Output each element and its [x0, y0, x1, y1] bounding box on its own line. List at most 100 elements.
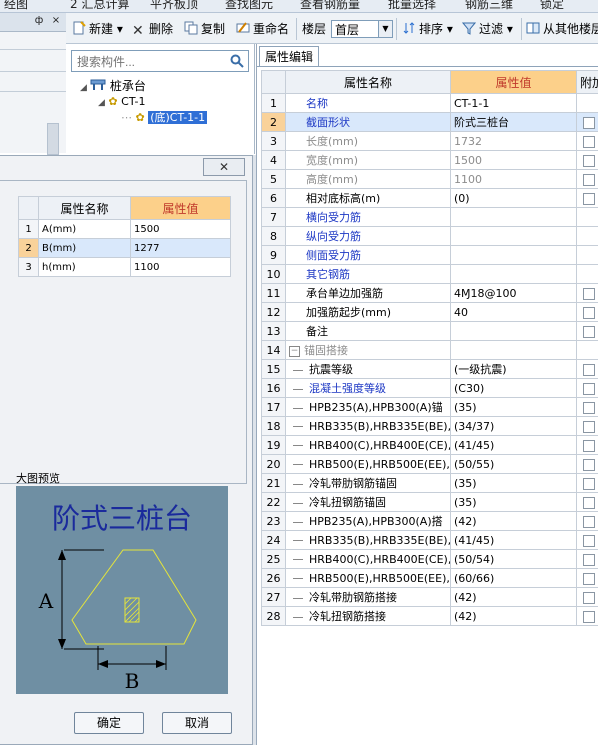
property-value-cell[interactable]: (42)	[450, 511, 577, 531]
table-row[interactable]: 17 HPB235(A),HPB300(A)锚 (35)	[261, 397, 598, 417]
property-value-cell[interactable]: 1732	[450, 131, 577, 151]
table-row[interactable]: 13 备注	[261, 321, 598, 341]
append-checkbox[interactable]	[583, 135, 595, 148]
table-row[interactable]: 21 冷轧带肋钢筋锚固 (35)	[261, 473, 598, 493]
scrollbar[interactable]	[47, 123, 59, 155]
table-row[interactable]: 19 HRB400(C),HRB400E(CE), (41/45)	[261, 435, 598, 455]
top-item[interactable]: 锁定	[540, 0, 564, 12]
property-value-cell[interactable]: (35)	[450, 492, 577, 512]
top-item[interactable]: 查看钢筋量	[300, 0, 360, 12]
table-row[interactable]: 2 B(mm) 1277	[18, 238, 231, 258]
table-row[interactable]: 10 其它钢筋	[261, 264, 598, 284]
table-row[interactable]: 12 加强筋起步(mm) 40	[261, 302, 598, 322]
new-button[interactable]: 新建 ▾	[72, 20, 123, 38]
property-value-cell[interactable]: CT-1-1	[450, 93, 577, 113]
chevron-down-icon[interactable]: ▼	[378, 20, 393, 38]
append-checkbox[interactable]	[583, 572, 595, 585]
table-row[interactable]: 14− 锚固搭接	[261, 340, 598, 360]
append-checkbox[interactable]	[583, 534, 595, 547]
table-row[interactable]: 18 HRB335(B),HRB335E(BE), (34/37)	[261, 416, 598, 436]
top-item[interactable]: 经图	[4, 0, 28, 12]
table-row[interactable]: 1 名称 CT-1-1	[261, 93, 598, 113]
search-input[interactable]	[75, 52, 229, 72]
table-row[interactable]: 5 高度(mm) 1100	[261, 169, 598, 189]
tree-node-ct1[interactable]: ◢ ✿ CT-1	[98, 94, 146, 110]
table-row[interactable]: 1 A(mm) 1500	[18, 219, 231, 239]
property-value-cell[interactable]: (41/45)	[450, 435, 577, 455]
table-row[interactable]: 3 h(mm) 1100	[18, 257, 231, 277]
property-value-cell[interactable]: (35)	[450, 473, 577, 493]
property-value-cell[interactable]: 阶式三桩台	[450, 112, 577, 132]
top-item[interactable]: 查找图元	[225, 0, 273, 12]
property-value-cell[interactable]: 1500	[450, 150, 577, 170]
table-row[interactable]: 4 宽度(mm) 1500	[261, 150, 598, 170]
append-checkbox[interactable]	[583, 401, 595, 414]
append-checkbox[interactable]	[583, 439, 595, 452]
table-row[interactable]: 23 HPB235(A),HPB300(A)搭 (42)	[261, 511, 598, 531]
table-row[interactable]: 28 冷轧扭钢筋搭接 (42)	[261, 606, 598, 626]
table-row[interactable]: 15 抗震等级 (一级抗震)	[261, 359, 598, 379]
top-item[interactable]: 钢筋三维	[465, 0, 513, 12]
table-row[interactable]: 2 截面形状 阶式三桩台	[261, 112, 598, 132]
table-row[interactable]: 8 纵向受力筋	[261, 226, 598, 246]
append-checkbox[interactable]	[583, 325, 595, 338]
append-checkbox[interactable]	[583, 306, 595, 319]
append-checkbox[interactable]	[583, 553, 595, 566]
dimension-value[interactable]: 1277	[130, 238, 231, 258]
append-checkbox[interactable]	[583, 515, 595, 528]
table-row[interactable]: 11 承台单边加强筋 4Ɱ18@100	[261, 283, 598, 303]
sort-button[interactable]: 排序 ▾	[402, 20, 453, 38]
tab-property-edit[interactable]: 属性编辑	[259, 46, 319, 67]
table-row[interactable]: 24 HRB335(B),HRB335E(BE), (41/45)	[261, 530, 598, 550]
copy-from-floor-button[interactable]: 从其他楼层	[526, 20, 598, 38]
append-checkbox[interactable]	[583, 154, 595, 167]
property-value-cell[interactable]: (50/54)	[450, 549, 577, 569]
table-row[interactable]: 22 冷轧扭钢筋锚固 (35)	[261, 492, 598, 512]
table-row[interactable]: 27 冷轧带肋钢筋搭接 (42)	[261, 587, 598, 607]
property-value-cell[interactable]: (C30)	[450, 378, 577, 398]
append-checkbox[interactable]	[583, 591, 595, 604]
property-value-cell[interactable]: (60/66)	[450, 568, 577, 588]
property-value-cell[interactable]: 4Ɱ18@100	[450, 283, 577, 303]
cancel-button[interactable]: 取消	[162, 712, 232, 734]
append-checkbox[interactable]	[583, 287, 595, 300]
append-checkbox[interactable]	[583, 363, 595, 376]
property-value-cell[interactable]: (41/45)	[450, 530, 577, 550]
property-value-cell[interactable]	[450, 264, 577, 284]
append-checkbox[interactable]	[583, 610, 595, 623]
dimension-value[interactable]: 1500	[130, 219, 231, 239]
table-row[interactable]: 20 HRB500(E),HRB500E(EE), (50/55)	[261, 454, 598, 474]
append-checkbox[interactable]	[583, 458, 595, 471]
delete-button[interactable]: ✕ 删除	[132, 20, 173, 38]
ok-button[interactable]: 确定	[74, 712, 144, 734]
tree-node-ct1-1[interactable]: ⋯ ✿ (底)CT-1-1	[121, 110, 208, 126]
property-value-cell[interactable]	[450, 340, 577, 360]
search-icon[interactable]	[230, 54, 244, 68]
table-row[interactable]: 26 HRB500(E),HRB500E(EE), (60/66)	[261, 568, 598, 588]
property-value-cell[interactable]	[450, 207, 577, 227]
rename-button[interactable]: 重命名	[236, 20, 289, 38]
append-checkbox[interactable]	[583, 496, 595, 509]
property-value-cell[interactable]	[450, 245, 577, 265]
append-checkbox[interactable]	[583, 116, 595, 129]
property-value-cell[interactable]: 40	[450, 302, 577, 322]
close-button[interactable]: ✕	[203, 158, 245, 176]
property-value-cell[interactable]: (0)	[450, 188, 577, 208]
top-item[interactable]: 平齐板顶	[150, 0, 198, 12]
property-value-cell[interactable]: (50/55)	[450, 454, 577, 474]
tree-node-root[interactable]: ◢ 桩承台	[80, 78, 146, 94]
copy-button[interactable]: 复制	[184, 20, 225, 38]
table-row[interactable]: 6 相对底标高(m) (0)	[261, 188, 598, 208]
top-item[interactable]: 2 汇总计算	[70, 0, 129, 12]
property-value-cell[interactable]: 1100	[450, 169, 577, 189]
property-value-cell[interactable]	[450, 226, 577, 246]
table-row[interactable]: 7 横向受力筋	[261, 207, 598, 227]
append-checkbox[interactable]	[583, 420, 595, 433]
table-row[interactable]: 3 长度(mm) 1732	[261, 131, 598, 151]
property-value-cell[interactable]	[450, 321, 577, 341]
table-row[interactable]: 16 混凝土强度等级 (C30)	[261, 378, 598, 398]
property-value-cell[interactable]: (一级抗震)	[450, 359, 577, 379]
dimension-value[interactable]: 1100	[130, 257, 231, 277]
append-checkbox[interactable]	[583, 382, 595, 395]
splitter[interactable]	[253, 155, 256, 745]
